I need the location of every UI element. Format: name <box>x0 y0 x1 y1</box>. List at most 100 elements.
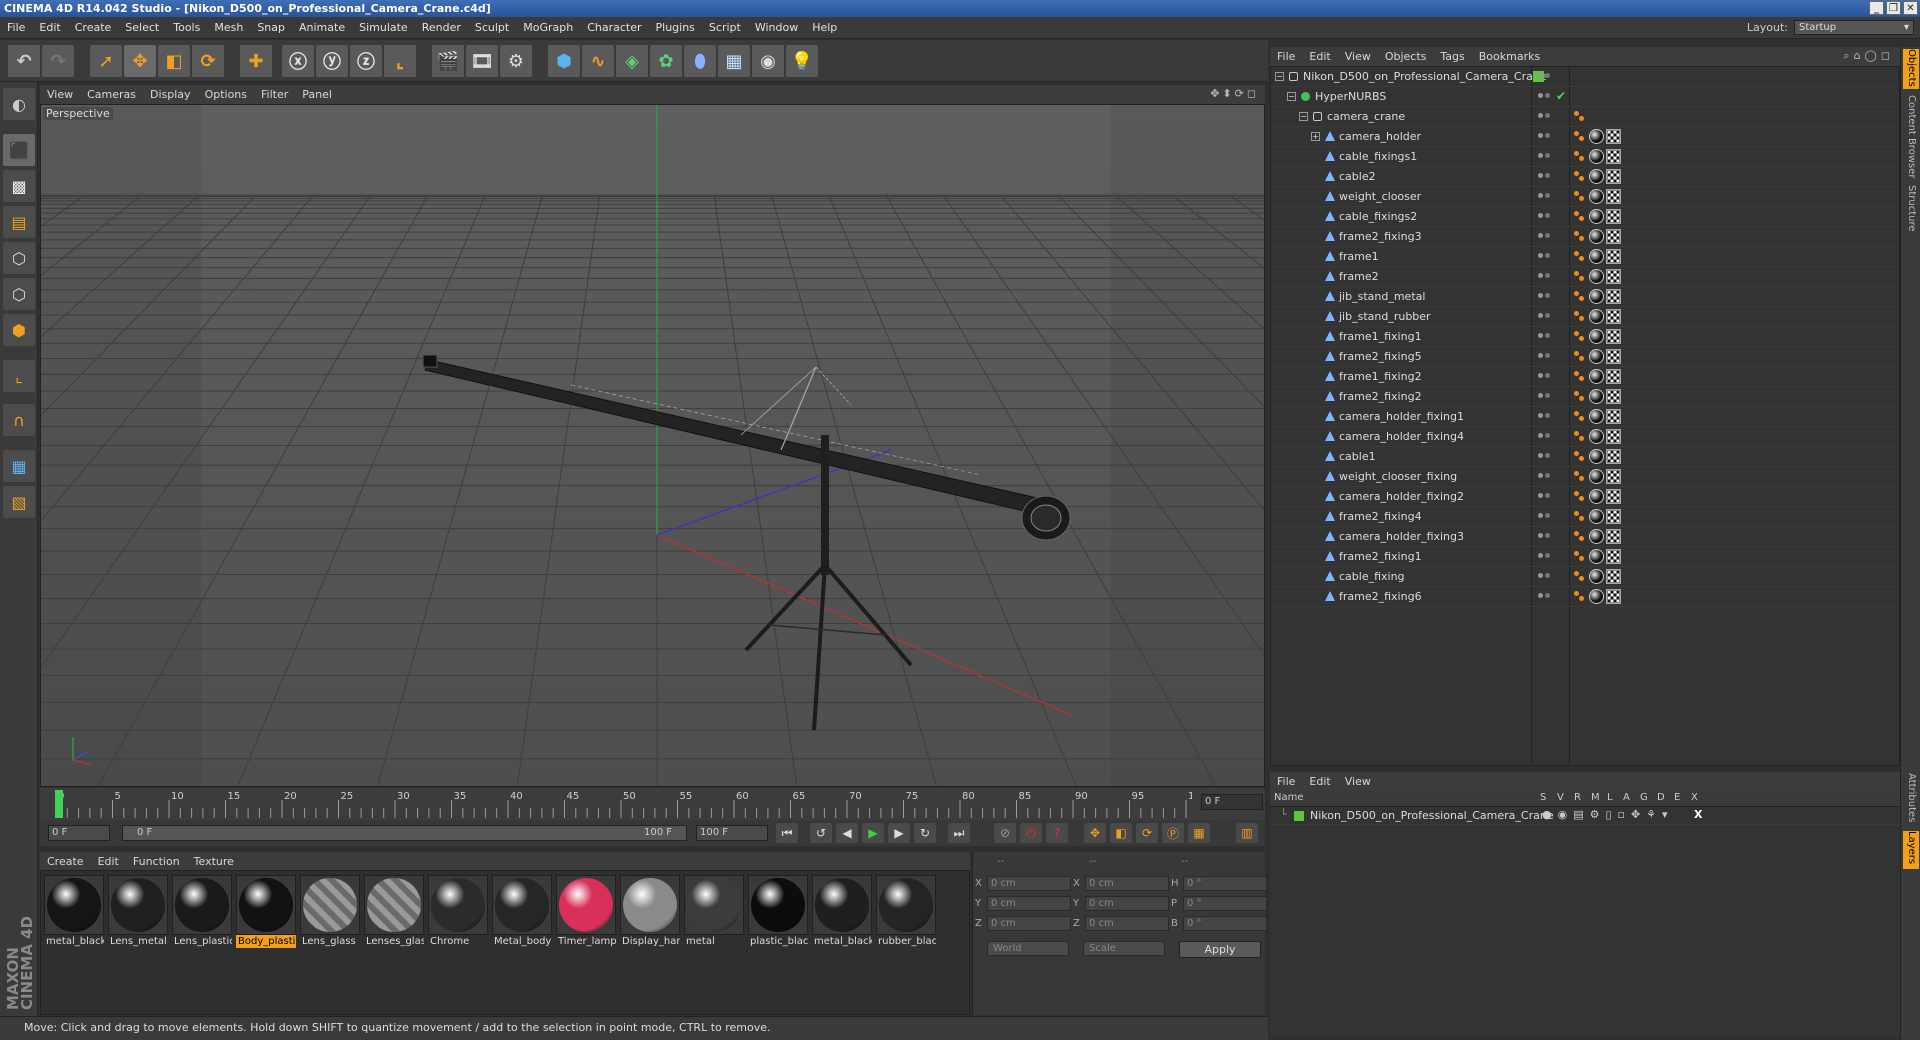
visibility-dots-icon[interactable] <box>1538 173 1550 181</box>
phong-tag-icon[interactable] <box>1573 249 1587 263</box>
uvw-tag-icon[interactable] <box>1606 529 1621 544</box>
object-row[interactable]: frame1_fixing1 <box>1271 327 1899 347</box>
phong-tag-icon[interactable] <box>1573 209 1587 223</box>
material-swatch[interactable]: Body_plastic <box>236 875 296 948</box>
visibility-dots-icon[interactable] <box>1538 233 1550 241</box>
texture-mode-icon[interactable]: ▩ <box>3 170 35 202</box>
position-field[interactable]: 0 cm <box>987 895 1071 911</box>
preview-range-slider[interactable]: 0 F 100 F <box>122 825 687 841</box>
material-tag-icon[interactable] <box>1589 169 1604 184</box>
visibility-dots-icon[interactable] <box>1538 353 1550 361</box>
phong-tag-icon[interactable] <box>1573 589 1587 603</box>
material-tag-icon[interactable] <box>1589 589 1604 604</box>
object-row[interactable]: frame2_fixing2 <box>1271 387 1899 407</box>
phong-tag-icon[interactable] <box>1573 549 1587 563</box>
perspective-viewport[interactable]: Perspective <box>40 104 1265 787</box>
viewport-menu-cameras[interactable]: Cameras <box>80 88 143 101</box>
play-icon[interactable]: ▶ <box>862 823 884 843</box>
tab-structure[interactable]: Structure <box>1903 185 1919 235</box>
material-tag-icon[interactable] <box>1589 489 1604 504</box>
visibility-dots-icon[interactable] <box>1538 573 1550 581</box>
material-swatch[interactable]: Chrome <box>428 875 488 947</box>
render-view-icon[interactable]: 🎬 <box>432 45 464 77</box>
material-tag-icon[interactable] <box>1589 429 1604 444</box>
autokey-icon[interactable]: ⏻ <box>1020 823 1042 843</box>
object-row[interactable]: cable_fixing <box>1271 567 1899 587</box>
spline-icon[interactable]: ∿ <box>582 45 614 77</box>
material-menu-edit[interactable]: Edit <box>91 855 126 868</box>
phong-tag-icon[interactable] <box>1573 449 1587 463</box>
cube-icon[interactable]: ⬢ <box>548 45 580 77</box>
material-swatch[interactable]: Metal_body <box>492 875 552 947</box>
uvw-tag-icon[interactable] <box>1606 389 1621 404</box>
uvw-tag-icon[interactable] <box>1606 149 1621 164</box>
layer-column-header[interactable]: L <box>1607 792 1613 803</box>
layer-column-header[interactable]: D <box>1657 792 1665 803</box>
material-swatch[interactable]: metal_black <box>44 875 104 947</box>
layer-column-header[interactable]: Name <box>1274 792 1304 803</box>
z-axis-icon[interactable]: ⓩ <box>350 45 382 77</box>
visibility-dots-icon[interactable] <box>1538 493 1550 501</box>
material-tag-icon[interactable] <box>1589 389 1604 404</box>
phong-tag-icon[interactable] <box>1573 469 1587 483</box>
viewport-menu-panel[interactable]: Panel <box>295 88 339 101</box>
visibility-dots-icon[interactable] <box>1538 593 1550 601</box>
material-swatch[interactable]: metal <box>684 875 744 947</box>
rotation-field[interactable]: 0 ° <box>1183 915 1267 931</box>
render-settings-icon[interactable]: ⚙ <box>500 45 532 77</box>
playhead-marker[interactable] <box>55 790 63 818</box>
model-mode-icon[interactable]: ⬛ <box>3 134 35 166</box>
object-row[interactable]: camera_holder_fixing3 <box>1271 527 1899 547</box>
phong-tag-icon[interactable] <box>1573 489 1587 503</box>
key-pla-icon[interactable]: ▦ <box>1188 823 1210 843</box>
menu-select[interactable]: Select <box>118 21 166 34</box>
material-tag-icon[interactable] <box>1589 349 1604 364</box>
rotate-icon[interactable]: ⟳ <box>192 45 224 77</box>
visibility-dots-icon[interactable] <box>1538 133 1550 141</box>
layout-dropdown[interactable]: Startup <box>1794 20 1914 35</box>
menu-script[interactable]: Script <box>702 21 748 34</box>
material-tag-icon[interactable] <box>1589 229 1604 244</box>
uvw-tag-icon[interactable] <box>1606 269 1621 284</box>
object-row[interactable]: − Nikon_D500_on_Professional_Camera_Crane <box>1271 67 1899 87</box>
phong-tag-icon[interactable] <box>1573 509 1587 523</box>
visibility-dots-icon[interactable] <box>1538 153 1550 161</box>
object-row[interactable]: cable_fixings1 <box>1271 147 1899 167</box>
close-button[interactable]: ✕ <box>1903 1 1918 15</box>
axis-mode-icon[interactable]: ⌞ <box>3 360 35 392</box>
position-field[interactable]: 0 cm <box>987 915 1071 931</box>
visibility-dots-icon[interactable] <box>1538 393 1550 401</box>
visibility-dots-icon[interactable] <box>1538 413 1550 421</box>
locked-workplane-icon[interactable]: ▧ <box>3 486 35 518</box>
uvw-tag-icon[interactable] <box>1606 449 1621 464</box>
material-tag-icon[interactable] <box>1589 269 1604 284</box>
phong-tag-icon[interactable] <box>1573 229 1587 243</box>
uvw-tag-icon[interactable] <box>1606 589 1621 604</box>
menu-snap[interactable]: Snap <box>250 21 292 34</box>
coordinate-system-icon[interactable]: ⌞ <box>384 45 416 77</box>
object-manager-tools-icon[interactable]: ⌕⌂◯◻ <box>1843 49 1894 63</box>
menu-create[interactable]: Create <box>68 21 119 34</box>
render-picture-viewer-icon[interactable]: 🎞 <box>466 45 498 77</box>
layer-column-header[interactable]: R <box>1574 792 1581 803</box>
expand-toggle-icon[interactable]: − <box>1299 112 1308 121</box>
object-row[interactable]: camera_holder_fixing2 <box>1271 487 1899 507</box>
end-frame-field[interactable]: 100 F <box>696 825 768 841</box>
phong-tag-icon[interactable] <box>1573 189 1587 203</box>
phong-tag-icon[interactable] <box>1573 149 1587 163</box>
previous-key-icon[interactable]: ↺ <box>810 823 832 843</box>
object-row[interactable]: − HyperNURBS ✔ <box>1271 87 1899 107</box>
key-scale-icon[interactable]: ◧ <box>1110 823 1132 843</box>
object-row[interactable]: frame2 <box>1271 267 1899 287</box>
layer-column-header[interactable]: S <box>1540 792 1546 803</box>
add-object-icon[interactable]: ✚ <box>240 45 272 77</box>
frame-ruler[interactable]: 0510152025303540455055606570758085909510… <box>52 788 1192 820</box>
uvw-tag-icon[interactable] <box>1606 209 1621 224</box>
layer-column-header[interactable]: X <box>1691 792 1698 803</box>
layer-switch-icons[interactable]: ●◉▤⚙▯▫✥⚘▾ <box>1542 808 1674 821</box>
layers-menu-edit[interactable]: Edit <box>1302 775 1337 788</box>
polygons-mode-icon[interactable]: ⬢ <box>3 314 35 346</box>
object-row[interactable]: jib_stand_metal <box>1271 287 1899 307</box>
object-row[interactable]: + camera_holder <box>1271 127 1899 147</box>
go-to-end-icon[interactable]: ⏭ <box>948 823 970 843</box>
